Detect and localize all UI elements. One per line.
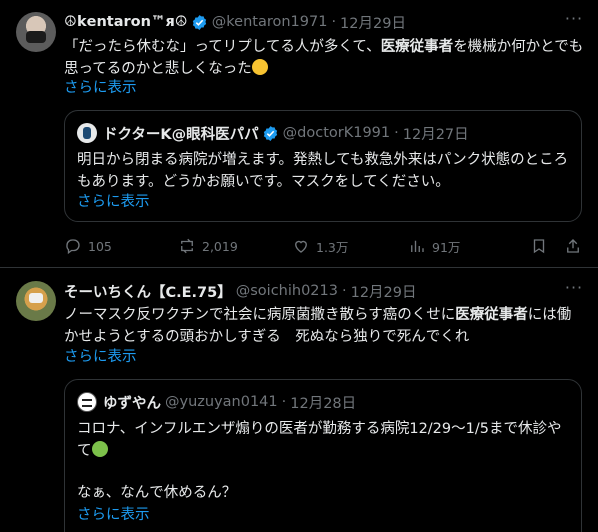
separator-dot: · — [394, 125, 399, 141]
quoted-tweet[interactable]: ドクターK@眼科医パパ @doctorK1991 · 12月27日 明日から閉ま… — [64, 110, 582, 222]
tweet-text: 「だったら休むな」ってリプしてる人が多くて、医療従事者を機械か何かとでも思ってる… — [64, 39, 584, 77]
tweet-date[interactable]: 12月29日 — [351, 281, 417, 302]
quote-show-more-link[interactable]: さらに表示 — [77, 504, 150, 526]
display-name[interactable]: そーいちくん【C.E.75】 — [64, 281, 232, 302]
crying-face-emoji-icon — [251, 59, 268, 75]
tweet-header: そーいちくん【C.E.75】 @soichih0213 · 12月29日 — [64, 281, 417, 301]
share-button[interactable] — [564, 237, 588, 255]
quote-handle: @yuzuyan0141 — [165, 394, 278, 410]
separator-dot: · — [342, 283, 347, 299]
quoted-tweet[interactable]: ゆずやん @yuzuyan0141 · 12月28日 コロナ、インフルエンザ煽り… — [64, 379, 582, 532]
quote-date: 12月27日 — [402, 126, 469, 143]
quote-date: 12月28日 — [290, 395, 357, 412]
verified-badge-icon — [192, 14, 206, 30]
avatar[interactable] — [16, 12, 56, 52]
show-more-link[interactable]: さらに表示 — [64, 346, 137, 368]
quote-display-name: ゆずやん — [103, 395, 161, 412]
user-handle[interactable]: @kentaron1971 — [212, 14, 328, 30]
tweet-date[interactable]: 12月29日 — [340, 12, 406, 33]
separator-dot: · — [281, 394, 287, 410]
views-count: 91万 — [432, 239, 461, 255]
bookmark-button[interactable] — [530, 237, 554, 255]
separator-dot: · — [331, 14, 337, 30]
avatar[interactable] — [16, 281, 56, 321]
more-icon[interactable]: ··· — [564, 280, 584, 301]
retweet-button[interactable]: 2,019 — [178, 237, 238, 255]
retweet-count: 2,019 — [202, 238, 238, 254]
share-icon — [567, 239, 579, 253]
reply-button[interactable]: 105 — [64, 237, 112, 255]
quote-avatar — [77, 392, 97, 412]
verified-badge-icon — [263, 125, 277, 141]
display-name[interactable]: ☮kеntаrоn™я☮ — [64, 14, 188, 30]
quote-text-line2: なぁ、なんで休めるん？ — [77, 485, 237, 501]
tweet-text: ノーマスク反ワクチンで社会に病原菌撒き散らす癌のくせに医療従事者には働かせようと… — [64, 307, 572, 345]
reply-count: 105 — [88, 238, 112, 254]
quote-header: ドクターK@眼科医パパ @doctorK1991 · 12月27日 — [103, 123, 469, 143]
views-icon — [411, 240, 424, 252]
views-button[interactable]: 91万 — [408, 237, 460, 256]
tweet[interactable]: ☮kеntаrоn™я☮ @kentaron1971 · 12月29日 ··· … — [0, 0, 598, 268]
quote-header: ゆずやん @yuzuyan0141 · 12月28日 — [103, 392, 356, 412]
quote-avatar — [77, 123, 97, 143]
user-handle[interactable]: @soichih0213 — [236, 283, 338, 299]
show-more-link[interactable]: さらに表示 — [64, 77, 137, 99]
quote-text: 明日から閉まる病院が増えます。発熱しても救急外来はパンク状態のところもあります。… — [77, 152, 569, 190]
like-button[interactable]: 1.3万 — [292, 237, 348, 256]
quote-display-name: ドクターK@眼科医パパ — [103, 126, 259, 143]
quote-text: コロナ、インフルエンザ煽りの医者が勤務する病院12/29〜1/5まで休診やて — [77, 421, 562, 459]
frog-emoji-icon — [91, 441, 108, 457]
quote-handle: @doctorK1991 — [282, 125, 391, 141]
tweet-header: ☮kеntаrоn™я☮ @kentaron1971 · 12月29日 — [64, 12, 406, 32]
bookmark-icon — [533, 239, 545, 254]
reply-icon — [66, 239, 80, 255]
like-icon — [295, 240, 307, 253]
like-count: 1.3万 — [316, 239, 349, 255]
quote-show-more-link[interactable]: さらに表示 — [77, 191, 150, 213]
more-icon[interactable]: ··· — [564, 11, 584, 32]
retweet-icon — [181, 238, 193, 254]
tweet-actions: 105 2,019 1.3万 91万 — [64, 236, 582, 256]
tweet[interactable]: そーいちくん【C.E.75】 @soichih0213 · 12月29日 ···… — [0, 269, 598, 532]
